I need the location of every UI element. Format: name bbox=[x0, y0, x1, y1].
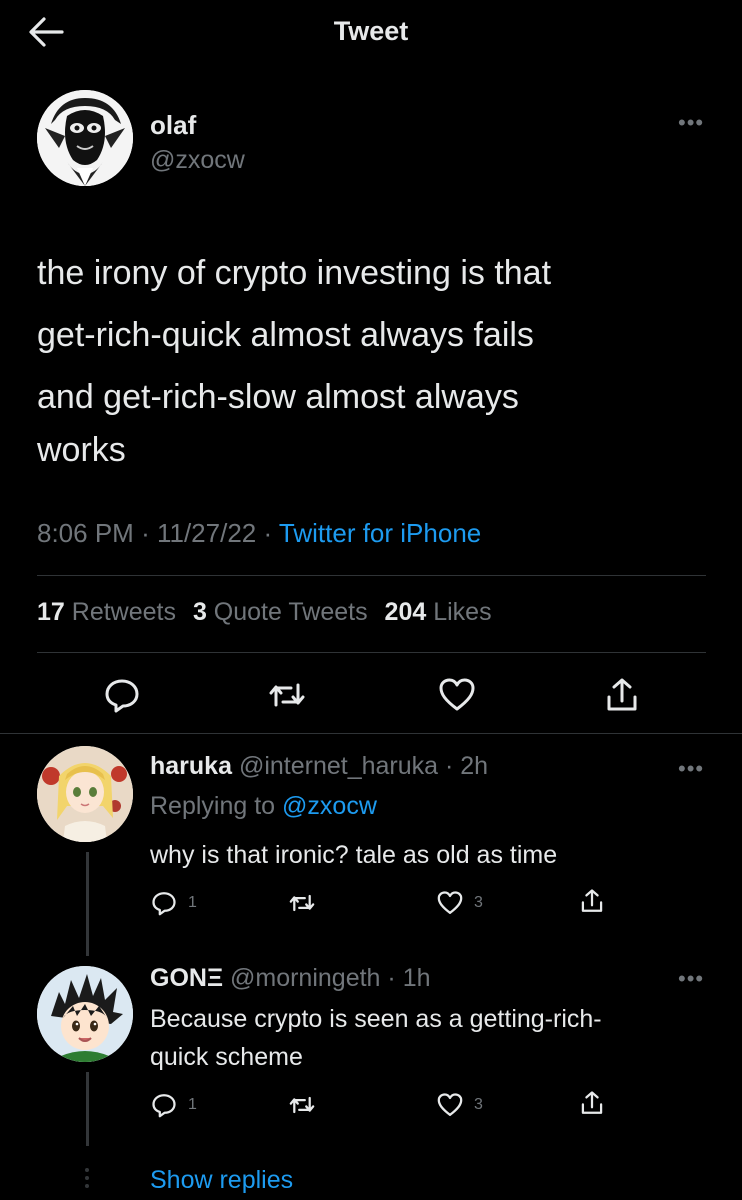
meta-separator: · bbox=[445, 752, 454, 780]
retweet-action[interactable] bbox=[288, 1090, 316, 1120]
share-icon[interactable] bbox=[602, 675, 642, 715]
reply-text-line: quick scheme bbox=[150, 1043, 303, 1071]
thread-line bbox=[86, 852, 89, 956]
more-icon[interactable]: ••• bbox=[678, 756, 704, 782]
reply-age: 1h bbox=[402, 964, 431, 992]
tweet-stats: 17 Retweets 3 Quote Tweets 204 Likes bbox=[37, 598, 492, 627]
reply-action[interactable]: 1 bbox=[150, 888, 197, 918]
like-count: 3 bbox=[474, 894, 483, 911]
reply-avatar[interactable] bbox=[37, 746, 133, 842]
divider bbox=[37, 575, 706, 576]
like-icon bbox=[437, 1093, 463, 1116]
reply-icon bbox=[152, 892, 176, 916]
reply-text: why is that ironic? tale as old as time bbox=[150, 841, 558, 869]
replying-to: Replying to @zxocw bbox=[150, 792, 377, 821]
like-icon bbox=[437, 891, 463, 914]
retweet-icon bbox=[289, 1096, 315, 1114]
divider bbox=[0, 733, 742, 734]
share-icon bbox=[581, 889, 603, 912]
tweet-text-line: and get-rich-slow almost always bbox=[37, 378, 519, 416]
author-handle[interactable]: @zxocw bbox=[150, 146, 245, 175]
reply-avatar[interactable] bbox=[37, 966, 133, 1062]
reply-author-name[interactable]: haruka bbox=[150, 752, 232, 780]
page-title: Tweet bbox=[333, 16, 409, 46]
reply-author-handle[interactable]: @internet_haruka bbox=[239, 752, 438, 780]
more-icon[interactable]: ••• bbox=[678, 110, 704, 136]
tweet-text-line: works bbox=[37, 431, 126, 469]
share-action[interactable] bbox=[578, 1088, 606, 1118]
reply-action[interactable]: 1 bbox=[150, 1090, 197, 1120]
thread-line bbox=[86, 1072, 89, 1146]
like-action[interactable]: 3 bbox=[436, 1090, 483, 1120]
like-action[interactable]: 3 bbox=[436, 888, 483, 918]
share-icon bbox=[581, 1091, 603, 1114]
tweet-text-line: the irony of crypto investing is that bbox=[37, 254, 552, 292]
tweet-meta: 8:06 PM · 11/27/22 · Twitter for iPhone bbox=[37, 518, 481, 549]
retweet-icon[interactable] bbox=[267, 675, 307, 715]
reply-text: Because crypto is seen as a getting-rich… bbox=[150, 1000, 710, 1076]
like-count: 3 bbox=[474, 1096, 483, 1113]
reply-icon bbox=[152, 1094, 176, 1118]
tweet-date: 11/27/22 bbox=[156, 518, 257, 548]
quote-tweets-stat[interactable]: 3 Quote Tweets bbox=[193, 598, 368, 626]
divider bbox=[37, 652, 706, 653]
meta-separator: · bbox=[263, 518, 273, 548]
reply-count: 1 bbox=[188, 894, 197, 911]
reply-header: GONΞ @morningeth · 1h bbox=[150, 964, 431, 993]
tweet-text: the irony of crypto investing is that ge… bbox=[37, 242, 717, 476]
thread-continuation-icon bbox=[83, 1168, 91, 1192]
reply-count: 1 bbox=[188, 1096, 197, 1113]
reply-author-name[interactable]: GONΞ bbox=[150, 964, 223, 992]
reply-age: 2h bbox=[460, 752, 489, 780]
replying-to-handle-link[interactable]: @zxocw bbox=[282, 792, 377, 820]
tweet-time: 8:06 PM bbox=[37, 518, 134, 548]
reply-text-line: Because crypto is seen as a getting-rich… bbox=[150, 1005, 602, 1033]
reply-icon[interactable] bbox=[102, 675, 142, 715]
likes-stat[interactable]: 204 Likes bbox=[385, 598, 492, 626]
top-bar: Tweet bbox=[0, 0, 742, 62]
replying-to-label: Replying to bbox=[150, 792, 276, 820]
retweet-action[interactable] bbox=[288, 888, 316, 918]
more-icon[interactable]: ••• bbox=[678, 966, 704, 992]
author-name[interactable]: olaf bbox=[150, 110, 196, 141]
like-icon[interactable] bbox=[437, 675, 477, 715]
reply-header: haruka @internet_haruka · 2h bbox=[150, 752, 488, 781]
meta-separator: · bbox=[387, 964, 396, 992]
tweet-text-line: get-rich-quick almost always fails bbox=[37, 316, 534, 354]
tweet-source-link[interactable]: Twitter for iPhone bbox=[279, 518, 481, 548]
reply-author-handle[interactable]: @morningeth bbox=[230, 964, 380, 992]
author-avatar[interactable] bbox=[37, 90, 133, 186]
retweet-icon bbox=[289, 894, 315, 912]
share-action[interactable] bbox=[578, 886, 606, 916]
meta-separator: · bbox=[141, 518, 150, 548]
retweets-stat[interactable]: 17 Retweets bbox=[37, 598, 176, 626]
show-replies-link[interactable]: Show replies bbox=[150, 1166, 293, 1195]
